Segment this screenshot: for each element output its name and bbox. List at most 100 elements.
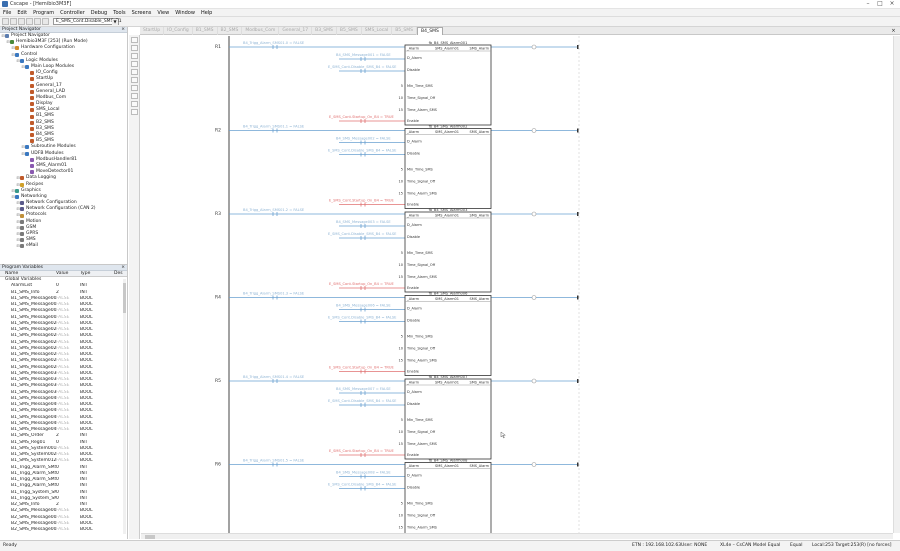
math-tool-icon[interactable] — [131, 101, 138, 107]
maximize-button[interactable]: □ — [874, 0, 886, 8]
fb-input-value: 10 — [399, 96, 403, 100]
menu-program[interactable]: Program — [30, 10, 57, 16]
editor-tabs: StartUp IO_Config B1_SMS B2_SMS Modbus_Com Ge… — [140, 27, 900, 35]
fb-input-pin: Disable — [407, 235, 420, 239]
menu-view[interactable]: View — [154, 10, 172, 16]
compare-tool-icon[interactable] — [131, 93, 138, 99]
tree-node-icon — [20, 219, 24, 224]
tab-b1-sms[interactable]: B1_SMS — [193, 27, 218, 35]
fb-input-pin: Time_Signal_Off — [406, 430, 436, 434]
rung-label: R2 — [215, 128, 221, 134]
fb-input-pin: Time_Alarm_SMS — [406, 108, 438, 112]
column-name[interactable]: Name — [0, 271, 56, 276]
tab-close-icon[interactable]: × — [890, 27, 897, 35]
variables-scrollbar[interactable] — [123, 279, 126, 534]
menu-edit[interactable]: Edit — [14, 10, 30, 16]
contact-tag: B4_Trigg_Alarm_SMS01.0 = FALSE — [243, 41, 305, 45]
fb-input-pin: D_Alarm — [407, 390, 422, 394]
tab-b5-sms[interactable]: B5_SMS — [337, 27, 362, 35]
tree-node-icon — [25, 151, 29, 156]
tab-b3-sms[interactable]: B3_SMS — [312, 27, 337, 35]
panel-close-icon[interactable]: × — [121, 27, 127, 32]
chevron-down-icon[interactable]: ▼ — [112, 19, 118, 25]
tree-node-icon — [10, 40, 14, 45]
tree-node-icon — [30, 157, 34, 162]
menu-screens[interactable]: Screens — [129, 10, 155, 16]
contact-tool-icon[interactable] — [131, 37, 138, 43]
menu-debug[interactable]: Debug — [88, 10, 110, 16]
tree-node-icon — [30, 102, 34, 107]
contact-tag: E_SMS_Cont.Startup_On_B4 = TRUE — [329, 115, 394, 119]
fb-input-pin: Time_Alarm_SMS — [406, 275, 438, 279]
horizontal-scrollbar[interactable] — [141, 533, 893, 539]
fb-input-pin: Disable — [407, 402, 420, 406]
fb-title: fb_B4_SMS_Alarm008 — [429, 459, 468, 463]
fb-input-pin: Time_Alarm_SMS — [406, 442, 438, 446]
column-value[interactable]: Value — [56, 271, 80, 276]
open-icon[interactable] — [10, 18, 17, 25]
paste-icon[interactable] — [42, 18, 49, 25]
vertical-scrollbar[interactable] — [893, 36, 900, 533]
coil-tool-icon[interactable] — [131, 45, 138, 51]
fb-input-value: 15 — [399, 192, 403, 196]
tab-b2-sms[interactable]: B2_SMS — [218, 27, 243, 35]
new-icon[interactable] — [2, 18, 9, 25]
tab-b5-sms[interactable]: B5_SMS — [392, 27, 418, 35]
status-equal: Equal — [790, 543, 803, 548]
fb-header-mid: SMS_Alarm01 — [435, 381, 459, 385]
fb-input-pin: Min_Time_SMS — [407, 418, 434, 422]
tab-general-17[interactable]: General_17 — [279, 27, 313, 35]
panel-close-icon[interactable]: × — [121, 265, 127, 270]
menu-controller[interactable]: Controller — [57, 10, 88, 16]
tree-node-icon — [30, 170, 34, 175]
menu-bar: File Edit Program Controller Debug Tools… — [0, 9, 900, 17]
branch-tool-icon[interactable] — [131, 61, 138, 67]
cut-icon[interactable] — [26, 18, 33, 25]
tab-b4-sms[interactable]: B4_SMS — [417, 27, 443, 35]
contact-tag: E_SMS_Cont.Disable_SMS_B4 = FALSE — [328, 316, 397, 320]
close-button[interactable]: × — [886, 0, 898, 8]
tree-node-icon — [30, 164, 34, 169]
tree-node-icon — [15, 194, 19, 199]
ladder-diagram: R1 B4_Trigg_Alarm_SMS01.0 = FALSE B4_SMS_M… — [215, 36, 580, 533]
tab-sms-local[interactable]: SMS_Local — [362, 27, 393, 35]
tree-node-icon — [30, 71, 34, 76]
column-type[interactable]: Type — [80, 271, 114, 276]
variable-row[interactable]: B2_SMS_Message007 FALSE BOOL — [0, 527, 127, 533]
rung-label: R1 — [215, 44, 221, 50]
fb-header-mid: SMS_Alarm01 — [435, 297, 459, 301]
tab-startup[interactable]: StartUp — [140, 27, 165, 35]
tree-node-icon — [30, 83, 34, 88]
menu-file[interactable]: File — [0, 10, 14, 16]
tab-io-config[interactable]: IO_Config — [164, 27, 193, 35]
fb-input-pin: Min_Time_SMS — [407, 84, 434, 88]
variable-combo[interactable]: E_SMS_Cont.Disable_SMS_B1 ▼ — [53, 18, 122, 25]
wire-tool-icon[interactable] — [131, 53, 138, 59]
fb-input-pin: Time_Signal_Off — [406, 347, 436, 351]
move-tool-icon[interactable] — [131, 109, 138, 115]
tree-node-icon — [15, 52, 19, 57]
contact-tag: E_SMS_Cont.Disable_SMS_B4 = FALSE — [328, 232, 397, 236]
tab-modbus-com[interactable]: Modbus_Com — [242, 27, 280, 35]
tree-item[interactable]: ⊟ eMail — [0, 243, 127, 249]
fb-header-mid: SMS_Alarm01 — [435, 214, 459, 218]
column-description[interactable]: Des — [114, 271, 123, 276]
save-icon[interactable] — [18, 18, 25, 25]
ladder-editor-canvas[interactable]: R1 B4_Trigg_Alarm_SMS01.0 = FALSE B4_SMS_M… — [141, 36, 893, 533]
rung-label: R4 — [215, 295, 221, 301]
counter-tool-icon[interactable] — [131, 85, 138, 91]
fb-input-value: 10 — [399, 347, 403, 351]
timer-tool-icon[interactable] — [131, 77, 138, 83]
menu-tools[interactable]: Tools — [110, 10, 128, 16]
function-block-tool-icon[interactable] — [131, 69, 138, 75]
fb-input-pin: Min_Time_SMS — [407, 335, 434, 339]
fb-header-left: _Alarm — [406, 464, 420, 468]
fb-input-pin: Min_Time_SMS — [407, 502, 434, 506]
copy-icon[interactable] — [34, 18, 41, 25]
menu-window[interactable]: Window — [172, 10, 198, 16]
minimize-button[interactable]: – — [862, 0, 874, 8]
fb-header-left: _Alarm — [406, 297, 420, 301]
menu-help[interactable]: Help — [198, 10, 215, 16]
mouse-cursor-icon — [500, 431, 506, 439]
fb-input-value: 10 — [399, 430, 403, 434]
